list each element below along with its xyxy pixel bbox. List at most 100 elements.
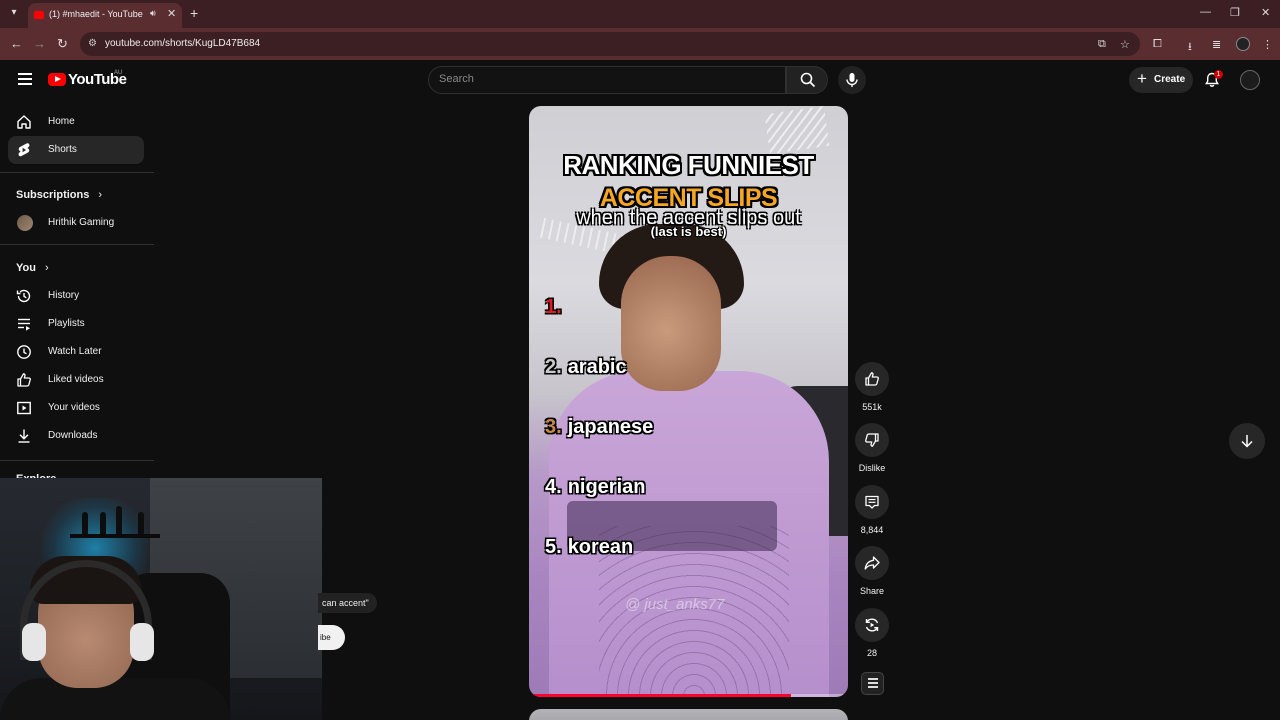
shorts-video-player[interactable]: @ just_anks77 RANKING FUNNIEST ACCENT SL… <box>529 106 848 697</box>
subscription-item[interactable]: Hrithik Gaming <box>8 209 144 237</box>
next-short-preview[interactable] <box>529 709 848 720</box>
window-close-icon[interactable]: ✕ <box>1261 6 1270 19</box>
browser-tab-bar: ▾ (1) #mhaedit - YouTube 🔊︎ ✕ + — ❐ ✕ <box>0 0 1280 28</box>
chevron-right-icon: › <box>98 189 103 201</box>
shorts-icon <box>18 143 30 157</box>
sidebar-item-label: Watch Later <box>48 346 102 357</box>
plus-icon: + <box>1137 69 1147 88</box>
downloads-icon <box>18 429 30 443</box>
video-progress-fill <box>529 694 791 697</box>
remix-button[interactable] <box>855 608 889 642</box>
sidebar-item-watch-later[interactable]: Watch Later <box>8 338 144 366</box>
rank-label: nigerian <box>567 476 646 498</box>
url-text: youtube.com/shorts/KugLD47B684 <box>105 38 261 49</box>
dislike-button[interactable] <box>855 423 889 457</box>
webcam-overlay <box>0 478 322 720</box>
reload-icon[interactable]: ↻ <box>57 36 68 52</box>
sidebar-item-label: History <box>48 290 80 301</box>
search-box[interactable] <box>428 66 786 94</box>
sidebar-item-liked-videos[interactable]: Liked videos <box>8 366 144 394</box>
bookmark-star-icon[interactable]: ☆ <box>1120 38 1130 51</box>
sidebar-item-history[interactable]: History <box>8 282 144 310</box>
create-button[interactable]: + Create <box>1129 67 1193 93</box>
dislike-action: Dislike <box>855 423 889 473</box>
next-short-button[interactable] <box>1229 423 1265 459</box>
browser-menu-icon[interactable]: ⋮ <box>1262 38 1273 51</box>
minimize-icon[interactable]: — <box>1200 6 1211 18</box>
comments-button[interactable] <box>855 485 889 519</box>
rank-item: 4. nigerian <box>545 476 645 499</box>
channel-name: Hrithik Gaming <box>48 217 115 228</box>
screen: ▾ (1) #mhaedit - YouTube 🔊︎ ✕ + — ❐ ✕ ← … <box>0 0 1280 720</box>
search-button[interactable] <box>786 66 828 94</box>
like-button[interactable] <box>855 362 889 396</box>
you-heading[interactable]: You › <box>16 262 49 274</box>
sidebar-item-downloads[interactable]: Downloads <box>8 422 144 450</box>
comment-icon <box>865 495 879 509</box>
new-tab-icon[interactable]: + <box>190 5 198 21</box>
partial-subscribe-button[interactable]: ibe <box>318 625 345 650</box>
rank-label: japanese <box>567 416 654 438</box>
playlists-icon <box>18 318 30 331</box>
back-icon[interactable]: ← <box>10 36 23 51</box>
site-info-icon[interactable]: ⚙ <box>88 38 100 50</box>
sidebar-item-label: Playlists <box>48 318 85 329</box>
webcam-figurine <box>138 512 144 534</box>
rank-item: 2. arabic <box>545 356 627 379</box>
sidebar-item-label: Shorts <box>48 144 77 155</box>
sidebar-divider <box>0 172 154 173</box>
history-icon <box>16 289 31 303</box>
sidebar-item-home[interactable]: Home <box>8 108 144 136</box>
partial-overlay-text: can accent" <box>318 593 377 613</box>
share-button[interactable] <box>855 546 889 580</box>
browser-profile-avatar[interactable] <box>1236 37 1250 51</box>
install-app-icon[interactable]: ⧉ <box>1098 38 1106 51</box>
search-input[interactable] <box>439 73 769 85</box>
tab-audio-icon[interactable]: 🔊︎ <box>150 8 156 19</box>
search-icon <box>800 72 816 88</box>
share-icon <box>864 556 880 570</box>
home-icon <box>17 115 31 129</box>
menu-icon[interactable] <box>18 73 32 85</box>
webcam-person-shirt <box>0 678 230 720</box>
media-controls-icon[interactable]: ≣ <box>1212 38 1221 51</box>
video-progress-bar[interactable] <box>529 694 848 697</box>
voice-search-button[interactable] <box>838 66 866 94</box>
your-videos-icon <box>17 401 31 415</box>
thumbs-up-icon <box>865 372 879 386</box>
account-avatar[interactable] <box>1240 70 1260 90</box>
sidebar-divider <box>0 244 154 245</box>
rank-number: 5. <box>545 536 562 558</box>
comments-action: 8,844 <box>855 485 889 535</box>
share-label: Share <box>859 586 885 596</box>
rank-number: 4. <box>545 476 562 498</box>
chevron-right-icon: › <box>45 262 49 274</box>
address-bar[interactable]: ⚙ youtube.com/shorts/KugLD47B684 ⧉ ☆ <box>80 32 1140 56</box>
like-count: 551k <box>862 402 882 412</box>
youtube-header: YouTube AU + Create 1 <box>0 60 1280 102</box>
subscriptions-heading[interactable]: Subscriptions › <box>16 189 102 201</box>
tab-search-chevron-icon[interactable]: ▾ <box>6 5 22 21</box>
sidebar-item-label: Downloads <box>48 430 98 441</box>
rank-item: 5. korean <box>545 536 633 559</box>
webcam-figurine <box>116 506 122 534</box>
rank-number: 2. <box>545 356 562 378</box>
sidebar-item-label: Your videos <box>48 402 100 413</box>
webcam-headset-earcup <box>130 623 154 661</box>
browser-tab[interactable]: (1) #mhaedit - YouTube 🔊︎ ✕ <box>28 3 182 28</box>
sidebar-item-shorts[interactable]: Shorts <box>8 136 144 164</box>
tab-close-icon[interactable]: ✕ <box>167 7 176 20</box>
sidebar-item-your-videos[interactable]: Your videos <box>8 394 144 422</box>
extensions-icon[interactable]: ⧠ <box>1153 38 1162 51</box>
sidebar-item-playlists[interactable]: Playlists <box>8 310 144 338</box>
browser-toolbar: ← → ↻ ⚙ youtube.com/shorts/KugLD47B684 ⧉… <box>0 28 1280 60</box>
downloads-toolbar-icon[interactable]: ⭳ <box>1188 38 1192 57</box>
video-title-line-1: RANKING FUNNIEST <box>563 150 814 180</box>
rank-label: arabic <box>567 356 627 378</box>
youtube-logo-icon[interactable] <box>48 73 66 86</box>
restore-icon[interactable]: ❐ <box>1230 6 1240 19</box>
channel-avatar <box>17 215 33 231</box>
sound-thumbnail[interactable] <box>861 672 884 695</box>
forward-icon[interactable]: → <box>33 36 46 51</box>
webcam-figurine <box>100 512 106 534</box>
